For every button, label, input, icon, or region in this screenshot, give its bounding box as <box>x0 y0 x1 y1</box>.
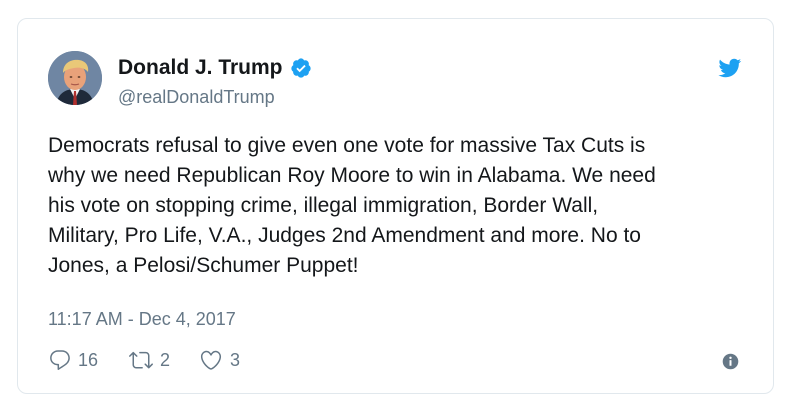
author-name-row[interactable]: Donald J. Trump <box>118 56 312 80</box>
tweet-timestamp[interactable]: 11:17 AM - Dec 4, 2017 <box>48 308 236 330</box>
verified-badge-icon <box>290 57 312 79</box>
reply-button[interactable]: 16 <box>48 348 98 372</box>
reply-icon <box>48 348 72 372</box>
tweet-card: Donald J. Trump @realDonaldTrump Democra… <box>17 18 774 394</box>
retweet-button[interactable]: 2 <box>128 348 170 372</box>
twitter-bird-icon[interactable] <box>716 56 743 80</box>
retweet-icon <box>128 348 154 372</box>
author-display-name[interactable]: Donald J. Trump <box>118 56 283 80</box>
avatar[interactable] <box>48 51 102 105</box>
info-icon[interactable] <box>722 353 739 370</box>
author-handle[interactable]: @realDonaldTrump <box>118 86 275 108</box>
reply-count: 16 <box>78 350 99 370</box>
tweet-actions: 16 2 3 <box>48 348 240 372</box>
retweet-count: 2 <box>160 350 171 370</box>
avatar-image <box>48 51 102 105</box>
tweet-text: Democrats refusal to give even one vote … <box>48 134 656 277</box>
like-button[interactable]: 3 <box>198 348 240 372</box>
heart-icon <box>198 348 224 372</box>
like-count: 3 <box>230 350 241 370</box>
